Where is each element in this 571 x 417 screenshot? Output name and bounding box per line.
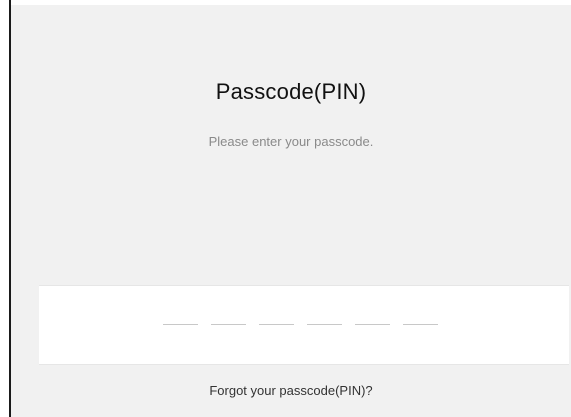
pin-slot-5 <box>355 324 390 325</box>
left-margin <box>0 0 9 417</box>
pin-slot-4 <box>307 324 342 325</box>
pin-input[interactable] <box>39 285 569 365</box>
passcode-panel: Passcode(PIN) Please enter your passcode… <box>11 5 571 417</box>
pin-slots <box>163 324 438 325</box>
passcode-instruction: Please enter your passcode. <box>208 134 374 149</box>
pin-slot-2 <box>211 324 246 325</box>
passcode-screen: Passcode(PIN) Please enter your passcode… <box>0 0 571 417</box>
pin-slot-1 <box>163 324 198 325</box>
pin-slot-6 <box>403 324 438 325</box>
forgot-passcode-link[interactable]: Forgot your passcode(PIN)? <box>11 383 571 398</box>
pin-slot-3 <box>259 324 294 325</box>
page-title: Passcode(PIN) <box>215 79 367 104</box>
